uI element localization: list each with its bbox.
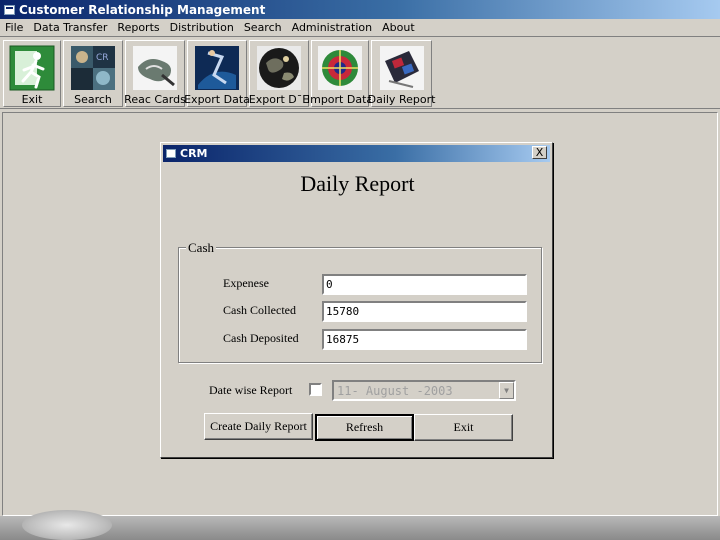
- cash-group-label: Cash: [186, 240, 216, 256]
- app-window-icon: [4, 4, 15, 15]
- exit-toolbar-label: Exit: [21, 93, 43, 106]
- svg-text:CR: CR: [96, 53, 109, 63]
- menu-data-transfer[interactable]: Data Transfer: [28, 21, 112, 34]
- cash-collected-field[interactable]: 15780: [322, 301, 527, 322]
- reac-cards-toolbar-label: Reac Cards: [124, 93, 186, 106]
- date-select[interactable]: 11- August -2003 ▼: [332, 380, 516, 401]
- expenses-field[interactable]: 0: [322, 274, 527, 295]
- import-data-icon: [316, 44, 364, 91]
- create-daily-report-button[interactable]: Create Daily Report: [204, 413, 313, 440]
- dialog-title: CRM: [180, 147, 208, 160]
- import-data-toolbar-label: Import Data: [306, 93, 374, 106]
- chevron-down-icon[interactable]: ▼: [499, 382, 514, 399]
- daily-report-toolbar-button[interactable]: Daily Report: [368, 40, 435, 107]
- export-data-icon: [193, 44, 241, 91]
- refresh-button[interactable]: Refresh: [315, 414, 414, 441]
- export-data-toolbar-button[interactable]: Export Data: [184, 40, 250, 107]
- app-title-bar: Customer Relationship Management: [0, 0, 720, 19]
- search-toolbar-button[interactable]: CR Search: [63, 40, 123, 107]
- reac-cards-toolbar-button[interactable]: Reac Cards: [124, 40, 186, 107]
- cash-collected-label: Cash Collected: [223, 303, 296, 317]
- background-strip: [0, 510, 720, 540]
- date-select-value: 11- August -2003: [337, 383, 453, 398]
- daily-report-dialog: CRM X Daily Report Cash Expenese 0 Cash …: [160, 142, 553, 458]
- app-title: Customer Relationship Management: [19, 2, 266, 17]
- date-wise-report-checkbox[interactable]: [309, 383, 322, 396]
- import-data-toolbar-button[interactable]: Import Data: [307, 40, 373, 107]
- menu-about[interactable]: About: [377, 21, 420, 34]
- toolbar: Exit CR Search Reac Cards Export Data Ex…: [0, 38, 720, 109]
- menu-bar: File Data Transfer Reports Distribution …: [0, 19, 720, 37]
- export-dte-toolbar-label: Export D¯E: [248, 93, 310, 106]
- search-icon: CR: [69, 44, 117, 91]
- expenses-label: Expenese: [223, 276, 269, 290]
- exit-toolbar-button[interactable]: Exit: [3, 40, 61, 107]
- close-button[interactable]: X: [532, 146, 547, 159]
- menu-search[interactable]: Search: [239, 21, 287, 34]
- cash-deposited-field[interactable]: 16875: [322, 329, 527, 350]
- date-wise-report-label: Date wise Report: [209, 383, 293, 397]
- cash-deposited-label: Cash Deposited: [223, 331, 299, 345]
- page-title: Daily Report: [300, 171, 415, 196]
- daily-report-icon: [378, 44, 426, 91]
- export-dte-toolbar-button[interactable]: Export D¯E: [249, 40, 309, 107]
- export-data-toolbar-label: Export Data: [184, 93, 250, 106]
- exit-icon: [8, 44, 56, 91]
- daily-report-toolbar-label: Daily Report: [367, 93, 436, 106]
- menu-file[interactable]: File: [0, 21, 28, 34]
- exit-button[interactable]: Exit: [414, 414, 513, 441]
- search-toolbar-label: Search: [74, 93, 112, 106]
- menu-distribution[interactable]: Distribution: [165, 21, 239, 34]
- globe-icon: [255, 44, 303, 91]
- dialog-title-bar[interactable]: CRM X: [163, 145, 550, 162]
- cards-icon: [131, 44, 179, 91]
- dialog-window-icon: [166, 149, 176, 158]
- menu-administration[interactable]: Administration: [287, 21, 378, 34]
- background-disc-graphic: [22, 510, 112, 540]
- menu-reports[interactable]: Reports: [112, 21, 164, 34]
